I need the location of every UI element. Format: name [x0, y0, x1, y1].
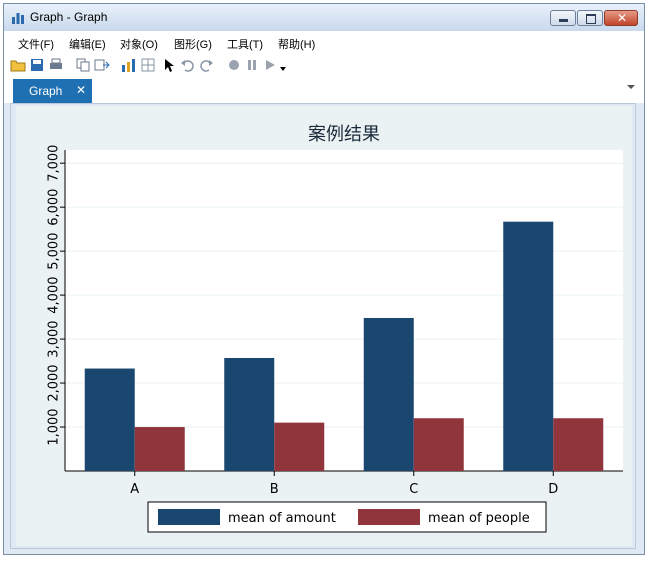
bar-amount-d	[503, 221, 554, 471]
undo-icon[interactable]	[180, 57, 196, 73]
y-tick-label: 4,000	[47, 277, 62, 314]
graph-app-icon	[12, 13, 24, 24]
panel-icon[interactable]	[140, 57, 156, 73]
legend-label-amount: mean of amount	[228, 511, 336, 526]
tab-list-dropdown-icon[interactable]	[627, 85, 635, 89]
copy-icon[interactable]	[75, 57, 91, 73]
minimize-button[interactable]	[550, 10, 576, 26]
tab-graph-label: Graph	[29, 84, 63, 98]
record-icon[interactable]	[226, 57, 242, 73]
bar-people-c	[413, 418, 464, 471]
play-icon[interactable]	[262, 57, 278, 73]
tab-graph[interactable]: Graph ✕	[13, 79, 92, 103]
pause-icon[interactable]	[244, 57, 260, 73]
title-bar[interactable]: Graph - Graph ✕	[4, 4, 644, 31]
close-button[interactable]: ✕	[604, 10, 638, 26]
menu-file[interactable]: 文件(F)	[18, 36, 54, 52]
bar-people-d	[553, 418, 604, 471]
open-icon[interactable]	[10, 57, 26, 73]
x-tick-label: C	[409, 482, 418, 497]
save-icon[interactable]	[29, 57, 45, 73]
pointer-icon[interactable]	[161, 57, 177, 73]
graph-editor-icon[interactable]	[121, 57, 137, 73]
menu-edit[interactable]: 编辑(E)	[69, 36, 106, 52]
minimize-icon	[559, 19, 568, 22]
print-icon[interactable]	[48, 57, 64, 73]
x-tick-label: A	[130, 482, 139, 497]
legend-swatch-amount	[158, 509, 220, 525]
legend-label-people: mean of people	[428, 511, 530, 526]
chart-title: 案例结果	[308, 124, 380, 145]
close-icon: ✕	[617, 11, 628, 25]
tab-strip: Graph ✕	[4, 77, 644, 103]
x-tick-label: D	[548, 482, 558, 497]
menu-graph[interactable]: 图形(G)	[174, 36, 212, 52]
y-tick-label: 7,000	[47, 145, 62, 182]
tab-close-icon[interactable]: ✕	[76, 83, 86, 97]
chevron-down-icon[interactable]	[278, 61, 288, 73]
menu-object[interactable]: 对象(O)	[120, 36, 158, 52]
maximize-button[interactable]	[577, 10, 603, 26]
bar-people-a	[134, 427, 185, 471]
bar-amount-a	[84, 368, 135, 471]
menu-tools[interactable]: 工具(T)	[227, 36, 263, 52]
y-tick-label: 3,000	[47, 320, 62, 357]
menu-bar: 文件(F) 编辑(E) 对象(O) 图形(G) 工具(T) 帮助(H)	[4, 31, 644, 53]
bar-amount-c	[363, 317, 414, 471]
y-tick-label: 2,000	[47, 364, 62, 401]
y-tick-label: 6,000	[47, 189, 62, 226]
y-tick-label: 5,000	[47, 233, 62, 270]
legend-swatch-people	[358, 509, 420, 525]
bar-chart: 1,000 2,000 3,000 4,000 5,000 6,000 7,000 A B C D…	[47, 124, 623, 533]
graph-window: Graph - Graph ✕ 文件(F) 编辑(E) 对象(O) 图形(G) …	[3, 3, 645, 555]
bar-amount-b	[224, 357, 275, 471]
window-title: Graph - Graph	[30, 10, 108, 24]
x-tick-label: B	[270, 482, 279, 497]
toolbar	[4, 53, 644, 77]
maximize-icon	[586, 14, 596, 24]
export-icon[interactable]	[94, 57, 110, 73]
bar-people-b	[274, 422, 325, 471]
menu-help[interactable]: 帮助(H)	[278, 36, 315, 52]
y-tick-label: 1,000	[47, 408, 62, 445]
redo-icon[interactable]	[198, 57, 214, 73]
graph-content-area: 1,000 2,000 3,000 4,000 5,000 6,000 7,000 A B C D…	[10, 103, 636, 549]
graph-canvas: 1,000 2,000 3,000 4,000 5,000 6,000 7,000 A B C D…	[16, 106, 632, 546]
